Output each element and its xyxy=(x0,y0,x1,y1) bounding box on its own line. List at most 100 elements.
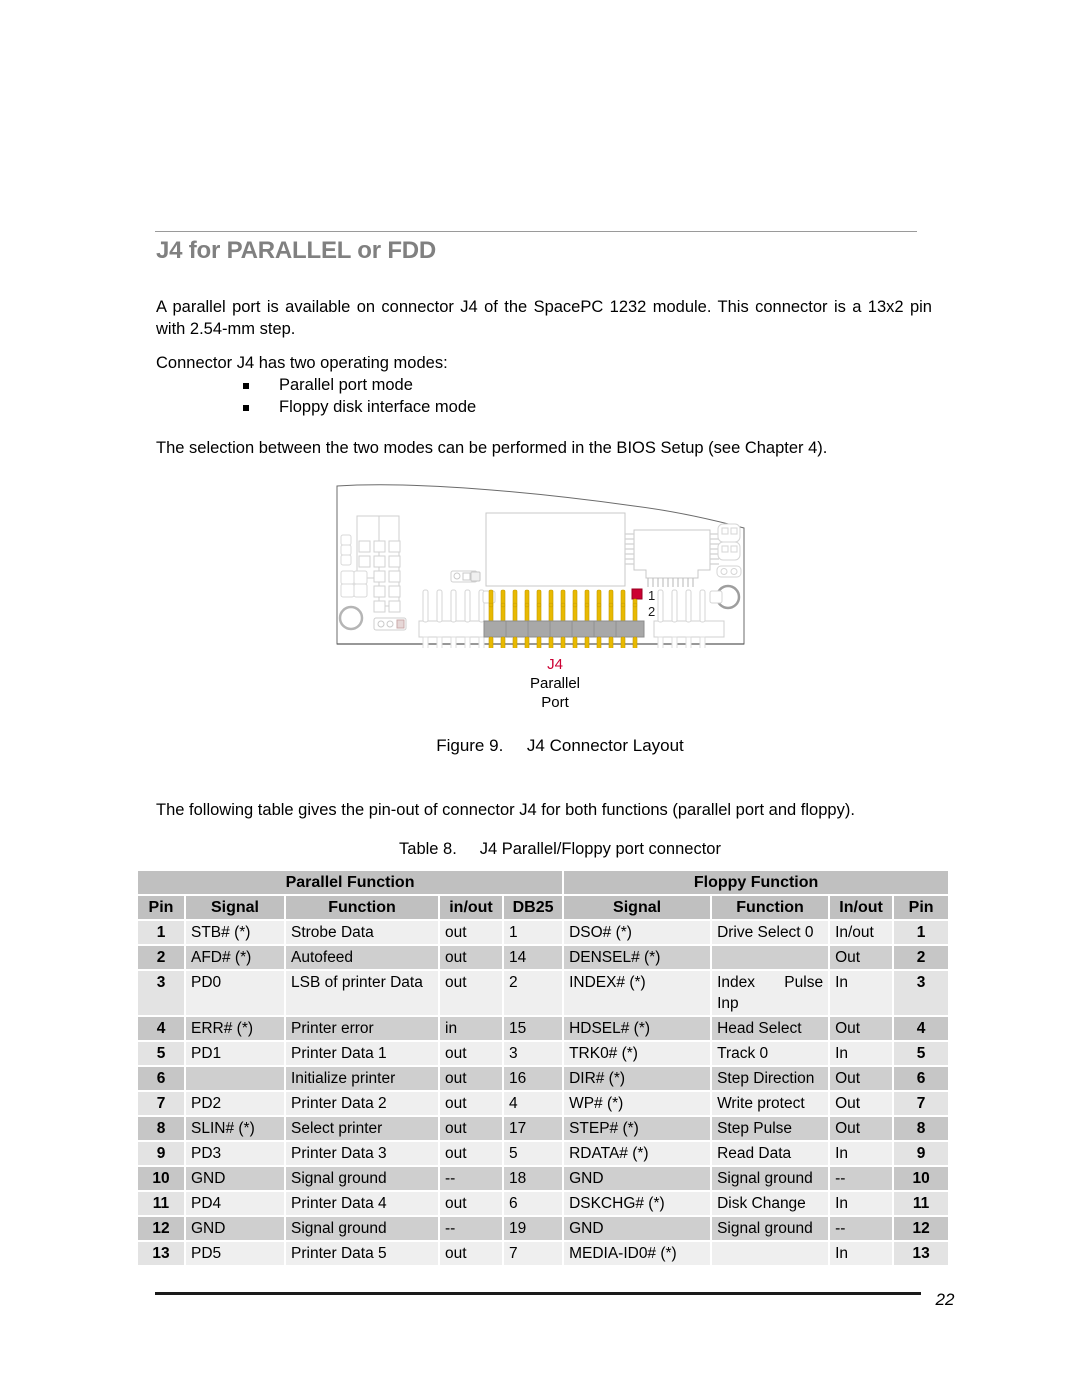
cell-db25: 16 xyxy=(504,1067,563,1090)
cell-signal-left: PD0 xyxy=(186,971,284,1015)
figure-parallel-label: Parallel xyxy=(529,675,581,692)
table-intro-paragraph: The following table gives the pin-out of… xyxy=(156,801,855,819)
cell-pin-left: 2 xyxy=(138,946,184,969)
cell-signal-right: DSO# (*) xyxy=(564,921,711,944)
cell-inout-left: out xyxy=(440,1192,502,1215)
cell-inout-left: out xyxy=(440,1242,502,1265)
column-header-signal-left: Signal xyxy=(186,896,284,919)
cell-db25: 1 xyxy=(504,921,563,944)
table-row: 7 PD2 Printer Data 2 out 4 WP# (*) Write prote… xyxy=(138,1092,949,1115)
cell-signal-left: PD4 xyxy=(186,1192,284,1215)
list-item-label: Floppy disk interface mode xyxy=(279,398,477,416)
cell-pin-right: 12 xyxy=(894,1217,949,1240)
cell-signal-right: DIR# (*) xyxy=(564,1067,711,1090)
pinout-table: Parallel Function Floppy Function Pin Si… xyxy=(136,869,950,1267)
cell-inout-left: out xyxy=(440,971,502,1015)
cell-function-left: Initialize printer xyxy=(286,1067,438,1090)
cell-inout-right: -- xyxy=(830,1217,893,1240)
cell-pin-right: 3 xyxy=(894,971,949,1015)
j4-body xyxy=(483,620,645,638)
square-bullet-icon xyxy=(243,383,249,389)
cell-inout-left: -- xyxy=(440,1217,502,1240)
cell-signal-left: SLIN# (*) xyxy=(186,1117,284,1140)
cell-inout-right: Out xyxy=(830,1117,893,1140)
cell-db25: 7 xyxy=(504,1242,563,1265)
cell-pin-right: 7 xyxy=(894,1092,949,1115)
cell-pin-left: 10 xyxy=(138,1167,184,1190)
cell-function-right: Disk Change xyxy=(712,1192,829,1215)
cell-function-left: Signal ground xyxy=(286,1217,438,1240)
column-header-pin-left: Pin xyxy=(138,896,184,919)
cell-function-left: Printer Data 3 xyxy=(286,1142,438,1165)
cell-db25: 5 xyxy=(504,1142,563,1165)
table-row: 3 PD0 LSB of printer Data out 2 INDEX# (*) Ind… xyxy=(138,971,949,1015)
center-ic-outline xyxy=(485,512,626,587)
table-row: 4 ERR# (*) Printer error in 15 HDSEL# (*) Head… xyxy=(138,1017,949,1040)
list-item: Parallel port mode xyxy=(243,375,843,396)
column-header-function-right: Function xyxy=(712,896,829,919)
table-row: 8 SLIN# (*) Select printer out 17 STEP# (*) St… xyxy=(138,1117,949,1140)
cell-inout-right: -- xyxy=(830,1167,893,1190)
cell-pin-right: 2 xyxy=(894,946,949,969)
pin-label-2: 2 xyxy=(648,604,655,619)
cell-signal-left: STB# (*) xyxy=(186,921,284,944)
table-row: 1 STB# (*) Strobe Data out 1 DSO# (*) Drive Se… xyxy=(138,921,949,944)
cell-function-left: Select printer xyxy=(286,1117,438,1140)
figure-port-label: Port xyxy=(541,694,569,711)
cell-pin-left: 11 xyxy=(138,1192,184,1215)
cell-inout-left: out xyxy=(440,1092,502,1115)
cell-inout-right: In xyxy=(830,1142,893,1165)
cell-signal-left: PD5 xyxy=(186,1242,284,1265)
list-item-label: Parallel port mode xyxy=(279,376,413,394)
cell-pin-left: 3 xyxy=(138,971,184,1015)
cell-db25: 2 xyxy=(504,971,563,1015)
selection-paragraph: The selection between the two modes can … xyxy=(156,439,828,457)
table-row: 11 PD4 Printer Data 4 out 6 DSKCHG# (*) Disk C… xyxy=(138,1192,949,1215)
cell-function-left: Printer Data 2 xyxy=(286,1092,438,1115)
board-svg: 1 2 xyxy=(336,484,745,650)
cell-pin-left: 8 xyxy=(138,1117,184,1140)
cell-function-right: Step Pulse xyxy=(712,1117,829,1140)
right-pad-group xyxy=(716,523,742,578)
cell-pin-right: 1 xyxy=(894,921,949,944)
group-header-parallel: Parallel Function xyxy=(138,871,563,894)
cell-inout-right: In xyxy=(830,1242,893,1265)
cell-function-left: Strobe Data xyxy=(286,921,438,944)
cell-function-left: Printer Data 4 xyxy=(286,1192,438,1215)
cell-db25: 6 xyxy=(504,1192,563,1215)
cell-db25: 15 xyxy=(504,1017,563,1040)
cell-db25: 17 xyxy=(504,1117,563,1140)
cell-inout-right: Out xyxy=(830,1017,893,1040)
cell-inout-left: out xyxy=(440,1142,502,1165)
cell-signal-right: GND xyxy=(564,1217,711,1240)
cell-function-right: Index Pulse Inp xyxy=(712,971,829,1015)
pin-label-1: 1 xyxy=(648,588,655,603)
cell-inout-right: Out xyxy=(830,1067,893,1090)
cell-signal-left: GND xyxy=(186,1217,284,1240)
cell-function-left: Printer Data 1 xyxy=(286,1042,438,1065)
square-bullet-icon xyxy=(243,405,249,411)
cell-pin-left: 5 xyxy=(138,1042,184,1065)
pinout-table-body: 1 STB# (*) Strobe Data out 1 DSO# (*) Drive Se… xyxy=(138,921,949,1265)
cell-signal-left: GND xyxy=(186,1167,284,1190)
cell-signal-left: PD2 xyxy=(186,1092,284,1115)
figure-j4-label: J4 xyxy=(547,656,563,673)
cell-signal-right: GND xyxy=(564,1167,711,1190)
modes-lead-paragraph: Connector J4 has two operating modes: xyxy=(156,354,448,372)
cell-function-left: Signal ground xyxy=(286,1167,438,1190)
cell-pin-right: 11 xyxy=(894,1192,949,1215)
cell-function-right: Signal ground xyxy=(712,1167,829,1190)
cell-inout-right: In xyxy=(830,971,893,1015)
cell-inout-left: out xyxy=(440,1067,502,1090)
cell-inout-left: out xyxy=(440,1117,502,1140)
table-row: 10 GND Signal ground -- 18 GND Signal ground --… xyxy=(138,1167,949,1190)
intro-paragraph: A parallel port is available on connecto… xyxy=(156,298,932,338)
cell-signal-right: INDEX# (*) xyxy=(564,971,711,1015)
cell-signal-left: PD3 xyxy=(186,1142,284,1165)
modes-bullet-list: Parallel port mode Floppy disk interface… xyxy=(243,375,843,419)
cell-signal-right: RDATA# (*) xyxy=(564,1142,711,1165)
heading-divider xyxy=(155,231,917,232)
cell-pin-right: 4 xyxy=(894,1017,949,1040)
pin1-marker xyxy=(631,588,643,600)
cell-function-right xyxy=(712,1242,829,1265)
